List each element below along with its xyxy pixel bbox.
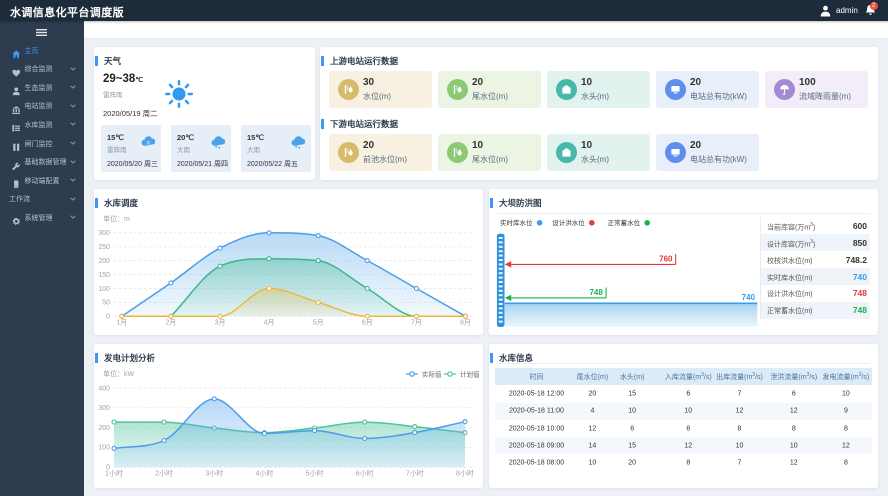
svg-text:8小时: 8小时 <box>456 469 474 478</box>
svg-text:5月: 5月 <box>313 319 324 327</box>
svg-text:200: 200 <box>98 425 110 432</box>
svg-text:2小时: 2小时 <box>155 469 173 478</box>
svg-text:150: 150 <box>98 272 110 279</box>
svg-text:748: 748 <box>589 288 603 297</box>
svg-text:7月: 7月 <box>411 319 422 327</box>
svg-text:50: 50 <box>102 300 110 307</box>
svg-text:单位：kW: 单位：kW <box>103 369 134 378</box>
svg-text:4小时: 4小时 <box>255 469 273 478</box>
svg-text:6月: 6月 <box>362 319 373 327</box>
svg-text:200: 200 <box>98 258 110 265</box>
svg-text:100: 100 <box>98 286 110 293</box>
svg-text:1小时: 1小时 <box>105 469 123 478</box>
svg-text:2月: 2月 <box>165 319 176 327</box>
svg-text:6小时: 6小时 <box>356 469 374 478</box>
svg-text:250: 250 <box>98 244 110 251</box>
svg-text:3小时: 3小时 <box>205 469 223 478</box>
svg-text:100: 100 <box>98 445 110 452</box>
svg-text:0: 0 <box>106 314 110 321</box>
svg-text:计划值: 计划值 <box>460 369 480 378</box>
svg-text:7小时: 7小时 <box>406 469 424 478</box>
svg-text:3月: 3月 <box>215 319 226 327</box>
svg-text:400: 400 <box>98 385 110 392</box>
svg-text:单位：m: 单位：m <box>103 214 130 223</box>
svg-text:5小时: 5小时 <box>306 469 324 478</box>
svg-text:8月: 8月 <box>460 319 471 327</box>
svg-text:正常蓄水位: 正常蓄水位 <box>608 218 641 227</box>
svg-text:300: 300 <box>98 230 110 237</box>
svg-text:4月: 4月 <box>264 319 275 327</box>
svg-text:实际值: 实际值 <box>422 369 442 378</box>
svg-text:740: 740 <box>742 293 756 302</box>
svg-text:300: 300 <box>98 405 110 412</box>
svg-text:1月: 1月 <box>116 319 127 327</box>
svg-text:实时库水位: 实时库水位 <box>500 218 533 227</box>
svg-text:设计洪水位: 设计洪水位 <box>552 218 585 227</box>
svg-text:760: 760 <box>659 255 673 264</box>
